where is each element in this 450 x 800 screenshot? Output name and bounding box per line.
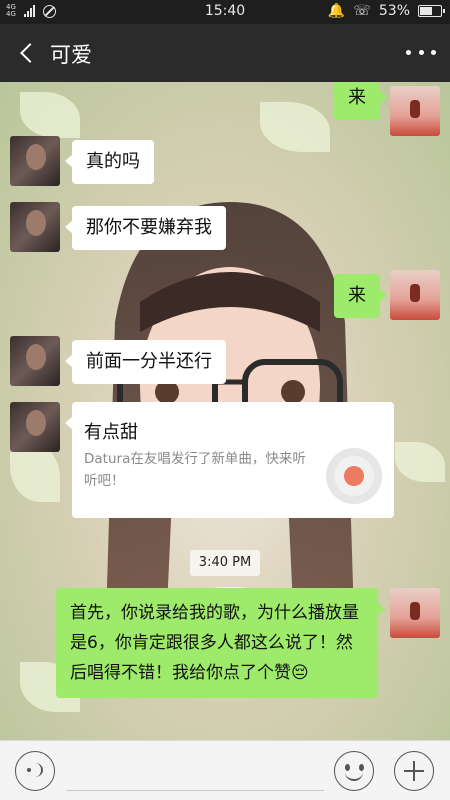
more-options-icon[interactable] [406, 40, 436, 64]
alarm-icon: 🔔 [327, 3, 346, 19]
message-bubble-in[interactable]: 前面一分半还行 [65, 340, 226, 384]
contact-avatar[interactable] [10, 402, 60, 452]
chat-area[interactable]: 来 真的吗 那你不要嫌弃我 来 前面一分半还行 有点甜 Datura在友唱发行了… [0, 82, 450, 740]
share-card-description: Datura在友唱发行了新单曲，快来听听吧！ [84, 451, 306, 489]
background-leaf [395, 442, 445, 482]
message-bubble-out[interactable]: 首先，你说录给我的歌，为什么播放量是6，你肯定跟很多人都这么说了！然后唱得不错！… [56, 588, 385, 698]
status-right: 🔔 ☏ 53% [327, 3, 445, 19]
message-timestamp: 3:40 PM [190, 550, 260, 576]
my-avatar[interactable] [390, 270, 440, 320]
back-arrow-icon[interactable] [14, 38, 40, 68]
chat-title: 可爱 [50, 43, 92, 67]
contact-avatar[interactable] [10, 136, 60, 186]
background-leaf [260, 102, 330, 152]
status-bar: 4G 4G 15:40 🔔 ☏ 53% [0, 0, 450, 24]
contact-avatar[interactable] [10, 336, 60, 386]
message-bubble-in[interactable]: 真的吗 [65, 140, 154, 184]
my-avatar[interactable] [390, 86, 440, 136]
chat-header: 可爱 [0, 24, 450, 82]
battery-icon [418, 5, 445, 17]
emoji-icon[interactable] [334, 751, 374, 791]
wifi-call-icon: ☏ [353, 3, 371, 19]
message-input[interactable] [66, 751, 324, 791]
my-avatar[interactable] [390, 588, 440, 638]
music-disc-icon [326, 448, 382, 504]
input-bar [0, 740, 450, 800]
message-bubble-in[interactable]: 那你不要嫌弃我 [65, 206, 226, 250]
contact-avatar[interactable] [10, 202, 60, 252]
message-bubble-out[interactable]: 来 [334, 274, 387, 318]
plus-icon[interactable] [394, 751, 434, 791]
battery-percent: 53% [378, 3, 410, 19]
share-card-title: 有点甜 [84, 422, 138, 443]
background-leaf [20, 92, 80, 138]
voice-input-icon[interactable] [15, 751, 55, 791]
music-share-card[interactable]: 有点甜 Datura在友唱发行了新单曲，快来听听吧！ [65, 402, 394, 518]
message-bubble-out[interactable]: 来 [334, 82, 387, 120]
